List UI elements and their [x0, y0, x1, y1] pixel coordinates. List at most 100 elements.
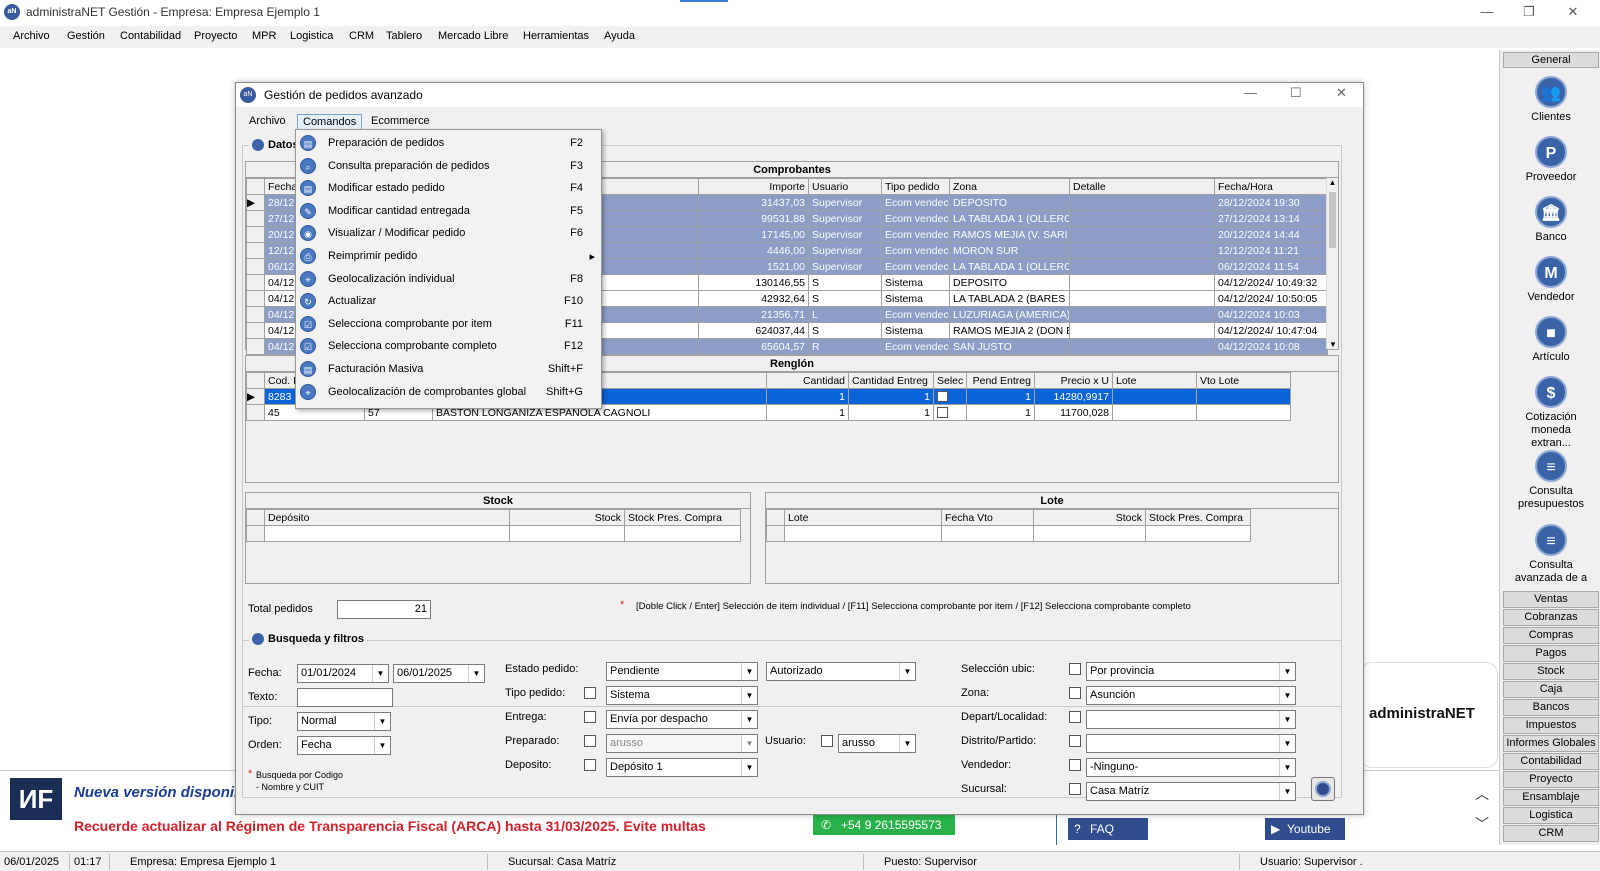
comandos-menu-item[interactable]: ▤ Facturación Masiva Shift+F: [296, 358, 601, 381]
col-selec[interactable]: Selec: [933, 372, 967, 389]
distrito-checkbox[interactable]: [1069, 735, 1081, 747]
stock-cell[interactable]: [509, 525, 625, 542]
window-menu-comandos[interactable]: Comandos: [297, 114, 363, 130]
usuario-checkbox[interactable]: [821, 735, 833, 747]
cell-importe[interactable]: 42932,64: [698, 290, 809, 307]
shortcut-proveedor[interactable]: P Proveedor: [1503, 136, 1599, 183]
cell-detalle[interactable]: [1069, 290, 1215, 307]
window-minimize-button[interactable]: —: [1244, 85, 1257, 100]
menu-mercado-libre[interactable]: Mercado Libre: [438, 30, 508, 42]
section-pagos[interactable]: Pagos: [1503, 645, 1599, 662]
scroll-up-icon[interactable]: ▲: [1327, 178, 1338, 187]
cell-tipo-pedido[interactable]: Ecom vendec: [881, 258, 950, 275]
entrega-checkbox[interactable]: [584, 711, 596, 723]
deposito-select[interactable]: Depósito 1 ▼: [606, 758, 758, 777]
stock-cell[interactable]: [624, 525, 741, 542]
cell-tipo-pedido[interactable]: Ecom vendec: [881, 306, 950, 323]
comandos-menu-item[interactable]: ▤ Modificar estado pedido F4: [296, 177, 601, 200]
lote-cell[interactable]: [1033, 525, 1146, 542]
cell-detalle[interactable]: [1069, 194, 1215, 211]
cell-fecha-hora[interactable]: 12/12/2024 11:21: [1214, 242, 1328, 259]
window-menu-archivo[interactable]: Archivo: [244, 114, 291, 128]
cell-usuario[interactable]: L: [808, 306, 882, 323]
cell-importe[interactable]: 624037,44: [698, 322, 809, 339]
news-scroll[interactable]: ︿ ﹀: [1475, 779, 1489, 839]
preparado-checkbox[interactable]: [584, 735, 596, 747]
cell-zona[interactable]: SAN JUSTO: [949, 338, 1070, 355]
cell-lote[interactable]: [1112, 388, 1197, 405]
section-compras[interactable]: Compras: [1503, 627, 1599, 644]
news-title[interactable]: Nueva versión disponibl: [74, 784, 247, 801]
window-menu-ecommerce[interactable]: Ecommerce: [366, 114, 435, 128]
cell-cantidad-entreg[interactable]: 1: [848, 388, 934, 405]
chevron-down-icon[interactable]: ▼: [741, 711, 757, 728]
col-detalle[interactable]: Detalle: [1069, 178, 1215, 195]
zona-checkbox[interactable]: [1069, 687, 1081, 699]
menu-logistica[interactable]: Logistica: [290, 30, 333, 42]
shortcut-articulo[interactable]: ■ Artículo: [1503, 316, 1599, 363]
cell-zona[interactable]: LA TABLADA 2 (BARES: [949, 290, 1070, 307]
menu-archivo[interactable]: Archivo: [13, 30, 50, 42]
section-contabilidad[interactable]: Contabilidad: [1503, 753, 1599, 770]
shortcut-consulta-avanzada[interactable]: ≡ Consulta avanzada de a: [1503, 524, 1599, 585]
section-logistica[interactable]: Logistica: [1503, 807, 1599, 824]
comandos-menu-item[interactable]: ↻ Actualizar F10: [296, 290, 601, 313]
entrega-select[interactable]: Envía por despacho ▼: [606, 710, 758, 729]
col-fecha-vto[interactable]: Fecha Vto: [941, 509, 1034, 526]
cell-importe[interactable]: 99531,88: [698, 210, 809, 227]
cell-fecha-hora[interactable]: 27/12/2024 13:14: [1214, 210, 1328, 227]
cell-precio[interactable]: 11700,028: [1034, 404, 1113, 421]
chevron-down-icon[interactable]: ▼: [372, 665, 388, 682]
cell-usuario[interactable]: Supervisor: [808, 226, 882, 243]
chevron-down-icon[interactable]: ▼: [468, 665, 484, 682]
menu-contabilidad[interactable]: Contabilidad: [120, 30, 181, 42]
section-ensamblaje[interactable]: Ensamblaje: [1503, 789, 1599, 806]
cell-importe[interactable]: 1521,00: [698, 258, 809, 275]
cell-precio[interactable]: 14280,9917: [1034, 388, 1113, 405]
cell-importe[interactable]: 65604,57: [698, 338, 809, 355]
cell-fecha-hora[interactable]: 06/12/2024 11:54: [1214, 258, 1328, 275]
cell-fecha-hora[interactable]: 04/12/2024 10:08: [1214, 338, 1328, 355]
cell-importe[interactable]: 4446,00: [698, 242, 809, 259]
chevron-down-icon[interactable]: ▼: [374, 713, 390, 730]
col-zona[interactable]: Zona: [949, 178, 1070, 195]
col-importe[interactable]: Importe: [698, 178, 809, 195]
section-cobranzas[interactable]: Cobranzas: [1503, 609, 1599, 626]
menu-ayuda[interactable]: Ayuda: [604, 30, 635, 42]
comandos-menu-item[interactable]: ⎙ Reimprimir pedido ▸: [296, 245, 601, 268]
cell-zona[interactable]: LA TABLADA 1 (OLLERO: [949, 258, 1070, 275]
col-stock-pres[interactable]: Stock Pres. Compra: [1145, 509, 1251, 526]
vendedor-checkbox[interactable]: [1069, 759, 1081, 771]
sel-ubic-checkbox[interactable]: [1069, 663, 1081, 675]
comprobantes-scrollbar[interactable]: ▲ ▼: [1326, 178, 1338, 349]
col-pend-entreg[interactable]: Pend Entreg: [966, 372, 1035, 389]
comandos-menu-item[interactable]: ☑ Selecciona comprobante por item F11: [296, 313, 601, 336]
chevron-down-icon[interactable]: ▼: [1279, 711, 1295, 728]
cell-lote[interactable]: [1112, 404, 1197, 421]
close-button[interactable]: ✕: [1550, 2, 1596, 22]
cell-fecha-hora[interactable]: 04/12/2024/ 10:50:05: [1214, 290, 1328, 307]
chevron-down-icon[interactable]: ▼: [1279, 783, 1295, 800]
section-crm[interactable]: CRM: [1503, 825, 1599, 842]
cell-detalle[interactable]: [1069, 242, 1215, 259]
col-stock[interactable]: Stock: [1033, 509, 1146, 526]
chevron-down-icon[interactable]: ▼: [741, 663, 757, 680]
cell-detalle[interactable]: [1069, 210, 1215, 227]
cell-importe[interactable]: 17145,00: [698, 226, 809, 243]
chevron-up-icon[interactable]: ︿: [1475, 779, 1489, 809]
shortcut-cotizacion[interactable]: $ Cotización moneda extran...: [1503, 376, 1599, 450]
col-usuario[interactable]: Usuario: [808, 178, 882, 195]
depart-select[interactable]: ▼: [1086, 710, 1296, 729]
shortcut-consulta-presupuestos[interactable]: ≡ Consulta presupuestos: [1503, 450, 1599, 511]
cell-tipo-pedido[interactable]: Sistema: [881, 274, 950, 291]
comandos-menu-item[interactable]: ✎ Modificar cantidad entregada F5: [296, 200, 601, 223]
section-impuestos[interactable]: Impuestos: [1503, 717, 1599, 734]
chevron-down-icon[interactable]: ▼: [1279, 759, 1295, 776]
cell-importe[interactable]: 21356,71: [698, 306, 809, 323]
lote-cell[interactable]: [784, 525, 942, 542]
cell-detalle[interactable]: [1069, 274, 1215, 291]
cell-zona[interactable]: DEPOSITO: [949, 274, 1070, 291]
cell-zona[interactable]: DEPOSITO: [949, 194, 1070, 211]
cell-selec[interactable]: [933, 404, 967, 421]
cell-usuario[interactable]: R: [808, 338, 882, 355]
